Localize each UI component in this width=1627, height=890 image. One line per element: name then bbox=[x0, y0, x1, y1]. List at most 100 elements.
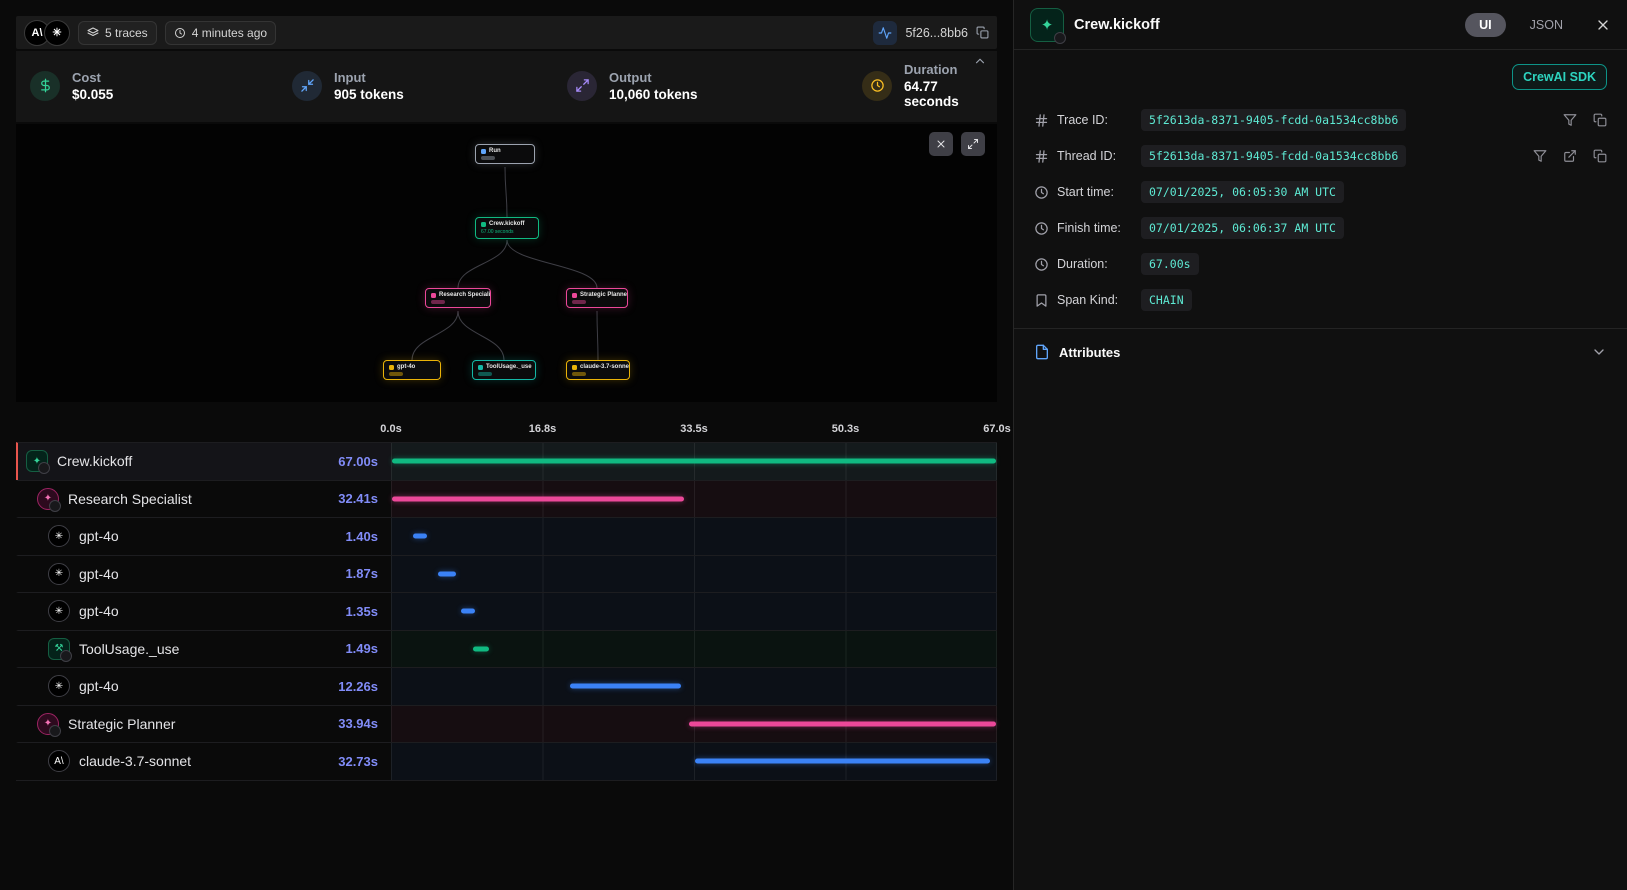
span-bar[interactable] bbox=[689, 721, 996, 726]
panel-close-button[interactable] bbox=[1595, 17, 1611, 33]
timeline-row[interactable]: A\claude-3.7-sonnet32.73s bbox=[16, 742, 997, 780]
stat-label: Output bbox=[609, 70, 698, 85]
field-traceid: Trace ID:5f2613da-8371-9405-fcdd-0a1534c… bbox=[1034, 102, 1607, 138]
span-bar[interactable] bbox=[695, 759, 990, 764]
openai-logo-icon: ✳ bbox=[48, 675, 70, 697]
span-bar[interactable] bbox=[570, 684, 680, 689]
graph-node-toolusage[interactable]: ToolUsage._use bbox=[472, 360, 536, 380]
copy-icon bbox=[1593, 149, 1607, 163]
field-value[interactable]: 67.00s bbox=[1141, 253, 1199, 275]
stat-value: 64.77 seconds bbox=[904, 79, 983, 109]
field-finishtime: Finish time: 07/01/2025, 06:06:37 AM UTC bbox=[1034, 210, 1607, 246]
panel-title: Crew.kickoff bbox=[1074, 17, 1455, 33]
span-duration: 1.40s bbox=[345, 529, 391, 544]
stat-duration: Duration 64.77 seconds bbox=[862, 62, 983, 109]
graph-close-button[interactable] bbox=[929, 132, 953, 156]
node-label: Run bbox=[489, 148, 501, 154]
span-bar[interactable] bbox=[438, 571, 456, 576]
graph-edge bbox=[505, 167, 507, 217]
field-spankind: Span Kind:CHAIN bbox=[1034, 282, 1607, 318]
span-name: ToolUsage._use bbox=[79, 641, 179, 657]
field-value[interactable]: 5f2613da-8371-9405-fcdd-0a1534cc8bb6 bbox=[1141, 109, 1406, 131]
node-label: gpt-4o bbox=[397, 364, 415, 370]
field-starttime: Start time:07/01/2025, 06:05:30 AM UTC bbox=[1034, 174, 1607, 210]
timeline-row[interactable]: ✦Research Specialist32.41s bbox=[16, 480, 997, 518]
span-bar[interactable] bbox=[413, 534, 427, 539]
node-icon bbox=[572, 365, 577, 370]
timeline-row[interactable]: ⚒ToolUsage._use1.49s bbox=[16, 630, 997, 668]
expand-icon bbox=[967, 138, 979, 150]
timeline-row[interactable]: ✳gpt-4o1.35s bbox=[16, 592, 997, 630]
graph-expand-button[interactable] bbox=[961, 132, 985, 156]
traces-count-badge[interactable]: 5 traces bbox=[78, 21, 157, 45]
graph-node-crew-kickoff[interactable]: Crew.kickoff 67.00 seconds bbox=[475, 217, 539, 239]
timeline-row[interactable]: ✳gpt-4o12.26s bbox=[16, 667, 997, 705]
span-name: gpt-4o bbox=[79, 603, 119, 619]
graph-node-run[interactable]: Run bbox=[475, 144, 535, 164]
span-name: Strategic Planner bbox=[68, 716, 175, 732]
sdk-badge-row: CrewAI SDK bbox=[1034, 64, 1607, 90]
stats-bar: Cost$0.055Input905 tokensOutput10,060 to… bbox=[16, 51, 997, 122]
openai-logo-icon: ✳ bbox=[48, 600, 70, 622]
trace-timeline: 0.0s16.8s33.5s50.3s67.0s ✦Crew.kickoff67… bbox=[16, 402, 997, 781]
node-tag bbox=[389, 372, 403, 376]
field-label: Finish time: bbox=[1057, 221, 1133, 235]
field-value[interactable]: CHAIN bbox=[1141, 289, 1192, 311]
copy-button[interactable] bbox=[1593, 149, 1607, 163]
provider-logos: A\ ✳ bbox=[24, 20, 70, 46]
filter-button[interactable] bbox=[1563, 113, 1577, 127]
span-bar[interactable] bbox=[461, 609, 474, 614]
filter-button[interactable] bbox=[1533, 149, 1547, 163]
tab-ui[interactable]: UI bbox=[1465, 13, 1506, 37]
span-name: gpt-4o bbox=[79, 566, 119, 582]
copy-trace-id-button[interactable] bbox=[976, 26, 989, 39]
clock-icon bbox=[862, 71, 892, 101]
stat-label: Cost bbox=[72, 70, 113, 85]
trace-activity-button[interactable] bbox=[873, 21, 897, 45]
clock-icon bbox=[1034, 185, 1049, 200]
stat-label: Duration bbox=[904, 62, 983, 77]
time-ago-badge: 4 minutes ago bbox=[165, 21, 276, 45]
span-name: gpt-4o bbox=[79, 528, 119, 544]
node-subtitle: 67.00 seconds bbox=[481, 229, 514, 235]
openai-logo-icon: ✳ bbox=[48, 525, 70, 547]
funnel-icon bbox=[1563, 113, 1577, 127]
span-bar[interactable] bbox=[473, 646, 488, 651]
graph-node-strategic-planner[interactable]: Strategic Planner bbox=[566, 288, 628, 308]
field-label: Thread ID: bbox=[1057, 149, 1133, 163]
axis-tick-label: 0.0s bbox=[380, 423, 401, 435]
node-label: claude-3.7-sonnet bbox=[580, 364, 630, 370]
timeline-row[interactable]: ✦Strategic Planner33.94s bbox=[16, 705, 997, 743]
node-label: Crew.kickoff bbox=[489, 221, 524, 227]
trace-graph: Run Crew.kickoff 67.00 seconds Research Spe… bbox=[16, 124, 997, 402]
field-value[interactable]: 07/01/2025, 06:06:37 AM UTC bbox=[1141, 217, 1344, 239]
app-root: A\ ✳ 5 traces 4 minutes ago 5f26...8bb6 bbox=[0, 0, 1627, 890]
field-duration: Duration:67.00s bbox=[1034, 246, 1607, 282]
field-value[interactable]: 07/01/2025, 06:05:30 AM UTC bbox=[1141, 181, 1344, 203]
graph-node-gpt-4o[interactable]: gpt-4o bbox=[383, 360, 441, 380]
time-ago-label: 4 minutes ago bbox=[192, 26, 267, 40]
timeline-row[interactable]: ✳gpt-4o1.87s bbox=[16, 555, 997, 593]
span-track bbox=[391, 593, 997, 630]
span-bar[interactable] bbox=[392, 496, 684, 501]
node-label: Research Specialist bbox=[439, 292, 491, 298]
field-value[interactable]: 5f2613da-8371-9405-fcdd-0a1534cc8bb6 bbox=[1141, 145, 1406, 167]
attributes-label: Attributes bbox=[1059, 345, 1582, 360]
open-button[interactable] bbox=[1563, 149, 1577, 163]
timeline-row[interactable]: ✳ gpt-4o 1.40s bbox=[16, 517, 997, 555]
graph-node-research-specialist[interactable]: Research Specialist bbox=[425, 288, 491, 308]
timeline-row[interactable]: ✦Crew.kickoff67.00s bbox=[16, 442, 997, 480]
attributes-section-header[interactable]: Attributes bbox=[1034, 329, 1607, 372]
activity-icon bbox=[878, 26, 892, 40]
span-name: Research Specialist bbox=[68, 491, 192, 507]
detail-panel-header: ✦ Crew.kickoff UI JSON bbox=[1014, 0, 1627, 50]
node-icon bbox=[389, 365, 394, 370]
copy-button[interactable] bbox=[1593, 113, 1607, 127]
tab-json[interactable]: JSON bbox=[1516, 13, 1577, 37]
span-track bbox=[391, 518, 997, 555]
trace-short-id: 5f26...8bb6 bbox=[905, 26, 968, 40]
span-bar[interactable] bbox=[392, 459, 996, 464]
graph-edge bbox=[412, 311, 458, 360]
collapse-stats-button[interactable] bbox=[973, 54, 987, 71]
graph-node-claude[interactable]: claude-3.7-sonnet bbox=[566, 360, 630, 380]
